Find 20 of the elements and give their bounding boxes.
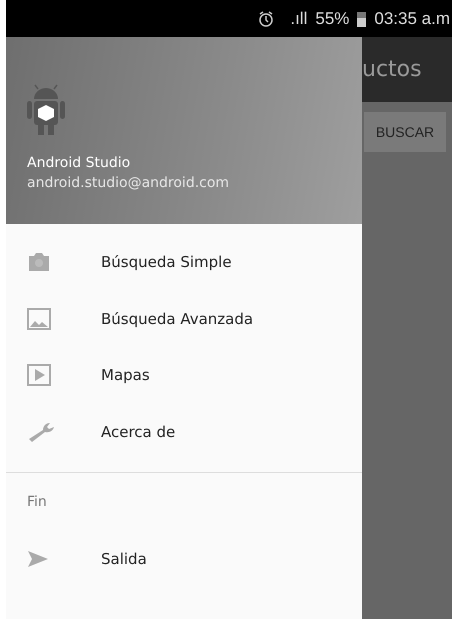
menu-item[interactable]: Salida bbox=[6, 531, 362, 588]
wrench-icon bbox=[27, 420, 55, 443]
battery-icon bbox=[357, 10, 366, 26]
search-button[interactable]: BUSCAR bbox=[364, 112, 446, 152]
clock-text: 03:35 a.m bbox=[374, 8, 450, 28]
image-icon bbox=[27, 308, 51, 330]
section-title: Fin bbox=[26, 493, 48, 512]
menu-item[interactable]: Mapas bbox=[6, 347, 362, 404]
account-email: android.studio@android.com bbox=[27, 175, 230, 191]
signal-text: .ıll bbox=[290, 8, 308, 28]
menu-item[interactable]: Acerca de bbox=[6, 404, 362, 460]
play-icon bbox=[27, 364, 51, 386]
camera-icon bbox=[27, 252, 51, 272]
app-title: uctos bbox=[362, 57, 422, 82]
account-name: Android Studio bbox=[27, 155, 132, 171]
menu-item[interactable]: Búsqueda Avanzada bbox=[6, 290, 362, 347]
send-icon bbox=[27, 550, 49, 568]
menu-item[interactable]: Búsqueda Simple bbox=[6, 234, 362, 290]
alarm-icon bbox=[258, 10, 274, 26]
battery-percent: 55% bbox=[315, 8, 350, 28]
